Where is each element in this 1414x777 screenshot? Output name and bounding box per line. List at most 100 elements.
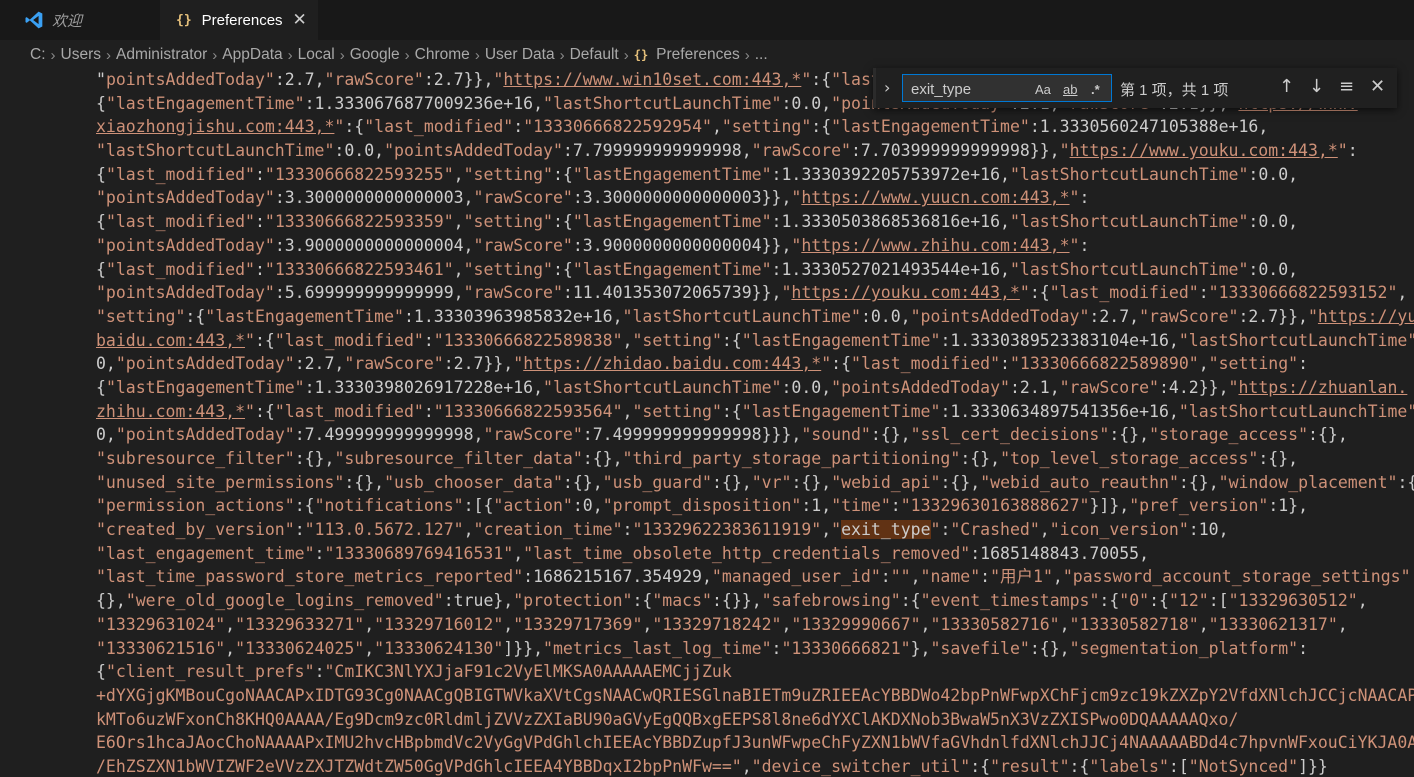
code-token: "0" [1119,591,1150,611]
code-token: "last_modified" [105,212,255,232]
code-line: "13330621516","13330624025","13330624130… [96,637,1414,661]
code-token: "rawScore" [473,235,573,255]
code-token: "rawScore" [344,354,444,374]
code-token: :{ [1099,591,1120,611]
breadcrumb-administrator[interactable]: Administrator [116,46,207,64]
code-token: "13330621317" [1208,614,1338,634]
code-token: " [1019,283,1030,303]
code-token: "rawScore" [483,425,583,445]
breadcrumb-user-data[interactable]: User Data [485,46,555,64]
code-token: :2.7, [1089,306,1140,326]
search-match-highlight: exit_type [841,520,931,540]
breadcrumb-appdata[interactable]: AppData [222,46,282,64]
close-icon[interactable]: ✕ [293,10,307,30]
url-link[interactable]: https://www.win10set.com:443,* [503,70,801,89]
code-token: :{ [632,591,653,611]
code-token: :1.3330392205753972e+16, [771,164,1010,184]
breadcrumb-symbols[interactable]: ... [755,46,768,64]
code-token: "lastEngagementTime" [831,117,1030,137]
tab-preferences[interactable]: {} Preferences ✕ [160,0,318,40]
code-token: " [1059,141,1070,161]
url-link[interactable]: xiaozhongjishu.com:443,* [96,117,334,136]
chevron-right-icon[interactable]: › [884,78,890,97]
code-token: :5.699999999999999, [274,283,464,303]
code-token: : [890,496,901,516]
url-link[interactable]: https://zhuanlan. [1238,378,1407,397]
code-token: "lastEngagementTime" [205,306,404,326]
code-line: 0,"pointsAddedToday":7.499999999999998,"… [96,423,1414,447]
find-input[interactable] [909,78,1033,100]
code-token: "12" [1168,591,1209,611]
breadcrumb-drive[interactable]: C: [30,46,46,64]
code-token: " [791,188,802,208]
code-token: "last_modified" [274,401,424,421]
code-token: "lastEngagementTime" [572,212,772,232]
code-token: , [711,117,722,137]
code-token: : [513,117,524,137]
code-token: " [96,70,106,89]
code-token: "lastShortcutLaunchTime" [1009,212,1249,232]
url-link[interactable]: https://youku.com:443,* [791,283,1019,302]
code-token: "pointsAddedToday" [96,283,275,303]
code-token: :[{ [463,496,494,516]
code-token: : [940,520,951,540]
find-in-selection-icon[interactable]: ≡ [1339,76,1354,97]
breadcrumb-users[interactable]: Users [61,46,101,64]
code-token: :1.3330676877009236e+16, [304,93,544,113]
code-token: "13330666822589890" [1009,354,1199,374]
code-token: "pointsAddedToday" [115,425,295,445]
code-token: "pointsAddedToday" [910,306,1090,326]
code-token: "last_modified" [851,354,1001,374]
code-line: {"last_modified":"13330666822593461","se… [96,258,1414,282]
code-token: "13330666822589838" [433,330,623,350]
code-token: "lastEngagementTime" [572,164,772,184]
code-token: "pointsAddedToday" [96,188,275,208]
url-link[interactable]: zhihu.com:443,* [96,402,245,421]
code-token: , [1337,614,1348,634]
breadcrumb-local[interactable]: Local [298,46,335,64]
code-token: "permission_actions" [96,496,295,516]
code-token: "third_party_storage_partitioning" [622,449,961,468]
breadcrumb-default[interactable]: Default [570,46,619,64]
url-link[interactable]: baidu.com:443,* [96,331,245,350]
close-icon[interactable]: ✕ [1370,76,1385,97]
code-token: "subresource_filter_data" [334,449,583,468]
code-token: :{ [552,212,573,232]
code-token: :{ [1149,591,1169,611]
code-token: : [1079,235,1090,255]
code-token: :2.7, [294,354,345,374]
code-token: "usb_guard" [602,472,712,492]
code-line: "permission_actions":{"notifications":[{… [96,494,1414,518]
tab-welcome[interactable]: 欢迎 [10,0,158,40]
code-token: , [910,567,921,587]
regex-toggle[interactable]: .* [1091,82,1100,97]
match-case-toggle[interactable]: Aa [1035,82,1051,97]
arrow-down-icon[interactable]: ↓ [1309,76,1324,97]
url-link[interactable]: https://www.yuucn.com:443,* [801,188,1069,207]
code-token: :1.33303963985832e+16, [403,306,623,326]
breadcrumb-preferences[interactable]: Preferences [656,46,740,64]
code-token: E6Ors1hcaJAocChoNAAAAPxIMU2hvcHBpbmdVc2V… [96,733,1414,753]
code-token: "setting" [96,306,186,326]
code-token: "lastEngagementTime" [741,330,941,350]
editor-area[interactable]: "pointsAddedToday":2.7,"rawScore":2.7}},… [0,68,1414,777]
code-token: :{}, [1029,638,1070,658]
code-token: { [96,662,106,682]
url-link[interactable]: https://www.youku.com:443,* [1070,141,1338,160]
code-token: : [254,212,265,232]
breadcrumb-chrome[interactable]: Chrome [415,46,470,64]
url-link[interactable]: https://yun. [1318,307,1414,326]
url-link[interactable]: https://www.zhihu.com:443,* [801,236,1069,255]
code-token: :{}, [1178,472,1219,492]
code-content: "pointsAddedToday":2.7,"rawScore":2.7}},… [96,68,1414,777]
code-token: "storage_access" [1149,425,1309,445]
arrow-up-icon[interactable]: ↑ [1279,76,1294,97]
breadcrumb-google[interactable]: Google [350,46,400,64]
code-line: {"lastEngagementTime":1.3330398026917228… [96,376,1414,400]
code-token: :{}, [294,449,335,468]
code-token: :7.703999999999998}}, [851,141,1060,161]
code-token: "NotSynced" [1188,756,1299,776]
whole-word-toggle[interactable]: ab [1063,82,1077,97]
url-link[interactable]: https://zhidao.baidu.com:443,* [523,354,821,373]
code-token: "usb_chooser_data" [384,472,563,492]
